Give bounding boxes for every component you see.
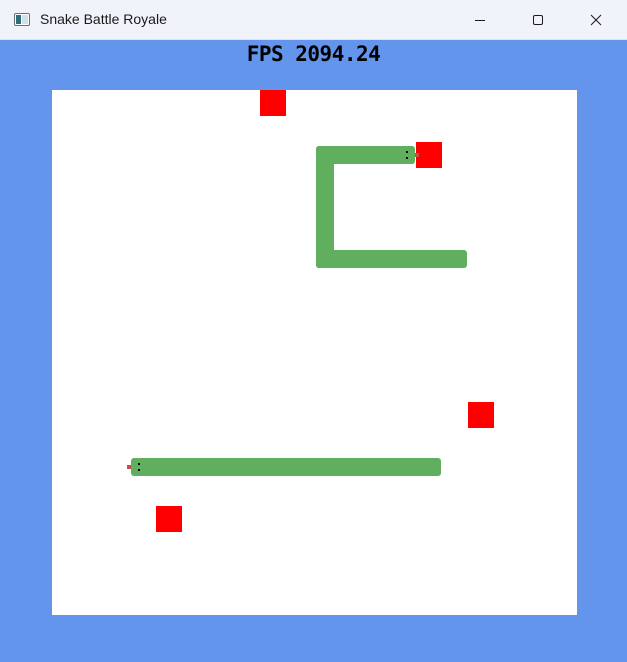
snake-body-segment — [420, 250, 467, 268]
snake-eye — [138, 463, 140, 465]
food-item — [468, 402, 494, 428]
window-title: Snake Battle Royale — [40, 11, 167, 27]
snake-body-segment — [394, 458, 441, 476]
food-item — [416, 142, 442, 168]
minimize-icon — [475, 20, 485, 21]
food-item — [156, 506, 182, 532]
minimize-button[interactable] — [457, 0, 503, 40]
food-item — [260, 90, 286, 116]
maximize-button[interactable] — [515, 0, 561, 40]
snake-tongue — [415, 153, 419, 157]
snake-eye — [406, 151, 408, 153]
game-board-canvas — [127, 90, 494, 532]
close-icon — [590, 14, 602, 26]
app-window-icon — [14, 13, 30, 26]
title-bar[interactable]: Snake Battle Royale — [0, 0, 627, 40]
snake-eye — [406, 157, 408, 159]
snake-eye — [138, 469, 140, 471]
snake-tongue — [127, 465, 131, 469]
snake-2 — [127, 458, 441, 476]
snake-1 — [316, 146, 467, 268]
close-button[interactable] — [573, 0, 619, 40]
maximize-icon — [533, 15, 543, 25]
game-board[interactable] — [52, 90, 577, 615]
fps-counter: FPS 2094.24 — [246, 42, 381, 66]
